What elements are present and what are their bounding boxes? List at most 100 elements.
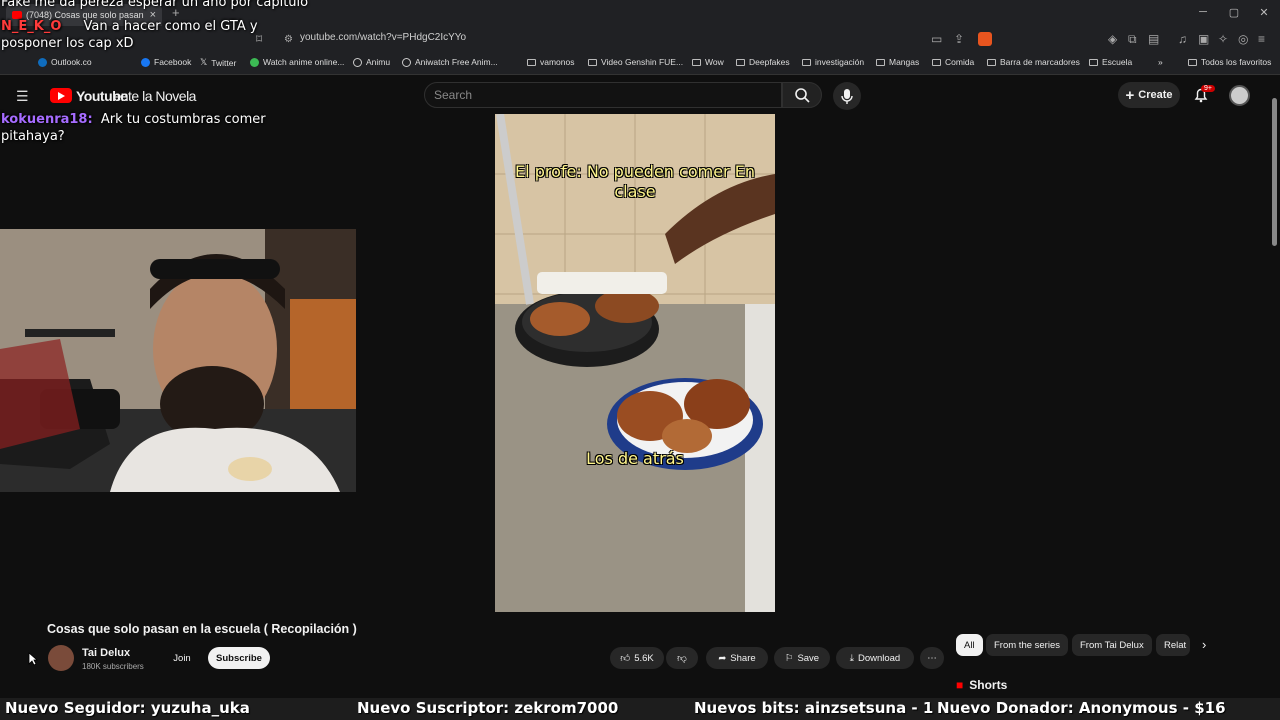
puzzle-icon[interactable]: ⧉	[1128, 32, 1137, 47]
video-caption-bottom: Los de atrás	[586, 449, 684, 468]
folder-icon	[692, 58, 701, 66]
bookmark-item[interactable]: Watch anime online...	[250, 57, 344, 67]
subscribe-button[interactable]: Subscribe	[208, 647, 270, 669]
chat-message: N_E_K_O Van a hacer como el GTA y pospon…	[1, 19, 258, 51]
bookmark-folder[interactable]: investigación	[802, 57, 864, 67]
bookmark-folder[interactable]: vamonos	[527, 57, 575, 67]
brave-shield-icon[interactable]	[978, 32, 992, 46]
webcam-image	[0, 229, 356, 492]
ticker-subscriber: Nuevo Suscriptor: zekrom7000	[357, 699, 619, 717]
voice-search-button[interactable]	[833, 82, 861, 110]
url-field[interactable]: youtube.com/watch?v=PHdgC2IcYYo	[300, 32, 466, 43]
account-avatar[interactable]	[1229, 85, 1250, 106]
folder-icon	[987, 58, 996, 66]
ticker-donation: Nuevo Donador: Anonymous - $16	[937, 699, 1226, 717]
folder-icon	[588, 58, 597, 66]
ticker-follower: Nuevo Seguidor: yuzuha_uka	[5, 699, 250, 717]
bookmark-icon: ⚐	[784, 652, 794, 664]
ticker-bits: Nuevos bits: ainzsetsuna - 1	[694, 699, 934, 717]
bookmark-folder[interactable]: Barra de marcadores	[987, 57, 1080, 67]
subscriber-count: 180K subscribers	[82, 662, 144, 671]
bookmark-folder[interactable]: Wow	[692, 57, 724, 67]
folder-icon	[932, 58, 941, 66]
bookmark-folder[interactable]: Comida	[932, 57, 974, 67]
menu-icon[interactable]: ≡	[1258, 32, 1265, 46]
folder-icon	[802, 58, 811, 66]
share-button[interactable]: ➦ Share	[706, 647, 768, 669]
download-icon: ⤓	[849, 652, 854, 664]
chip-from-channel[interactable]: From Tai Delux	[1072, 634, 1152, 656]
facebook-icon	[141, 57, 150, 67]
share-icon: ➦	[718, 652, 727, 664]
video-title: Cosas que solo pasan en la escuela ( Rec…	[47, 622, 357, 636]
search-icon	[795, 88, 810, 103]
reader-icon[interactable]: ▣	[1198, 32, 1209, 46]
video-player[interactable]: El profe: No pueden comer En clase Los d…	[495, 114, 775, 612]
join-button[interactable]: Join	[170, 648, 194, 668]
minimize-icon[interactable]: ─	[1193, 6, 1213, 18]
globe-icon	[353, 57, 362, 67]
download-button[interactable]: ⤓ Download	[836, 647, 914, 669]
bookmark-item[interactable]: Animu	[353, 57, 390, 67]
leaf-icon	[250, 57, 259, 67]
thumbs-down-icon: 👎︎	[677, 653, 687, 664]
chip-related[interactable]: Relat	[1156, 634, 1190, 656]
vpn-icon[interactable]: ◎	[1238, 32, 1248, 46]
extension-icon[interactable]: ◈	[1108, 32, 1117, 46]
chip-from-series[interactable]: From the series	[986, 634, 1068, 656]
bookmark-folder[interactable]: Deepfakes	[736, 57, 790, 67]
search-button[interactable]	[782, 82, 822, 108]
bookmark-item[interactable]: Aniwatch Free Anim...	[402, 57, 498, 67]
chat-message: kokuenra18: Ark tu costumbras comer pita…	[1, 112, 266, 144]
ai-icon[interactable]: ✧	[1218, 32, 1228, 46]
chip-all[interactable]: All	[956, 634, 983, 656]
cast-icon[interactable]: ▭	[931, 32, 942, 46]
more-horizontal-icon: ⋯	[927, 652, 937, 664]
thumbs-up-icon: 👍︎	[620, 653, 631, 664]
more-actions-button[interactable]: ⋯	[920, 647, 944, 669]
create-button[interactable]: + Create	[1118, 82, 1180, 108]
scrollbar-thumb[interactable]	[1272, 98, 1277, 246]
plus-icon: +	[1125, 86, 1135, 104]
folder-icon	[1188, 58, 1197, 66]
bookmark-item[interactable]: Outlook.co	[38, 57, 92, 67]
all-bookmarks-folder[interactable]: Todos los favoritos	[1188, 57, 1271, 67]
window-close-icon[interactable]: ✕	[1254, 6, 1274, 19]
folder-icon	[527, 58, 536, 66]
share-page-icon[interactable]: ⇪	[954, 32, 964, 46]
bookmark-folder[interactable]: Mangas	[876, 57, 919, 67]
maximize-icon[interactable]: ▢	[1224, 6, 1244, 19]
chat-username: kokuenra18:	[1, 112, 93, 127]
stream-title: ente la Novela	[113, 88, 196, 104]
music-icon[interactable]: ♫	[1178, 32, 1187, 46]
mouse-cursor-icon	[28, 652, 39, 671]
microphone-icon	[841, 89, 853, 104]
sidebar-icon[interactable]: ▤	[1148, 32, 1159, 46]
globe-icon	[402, 57, 411, 67]
like-button[interactable]: 👍︎ 5.6K	[610, 647, 664, 669]
bookmark-folder[interactable]: Escuela	[1089, 57, 1132, 67]
folder-icon	[876, 58, 885, 66]
search-input[interactable]: Search	[424, 82, 782, 108]
streamer-webcam	[0, 229, 356, 492]
bookmark-item[interactable]: 𝕏 Twitter	[200, 57, 236, 68]
dislike-button[interactable]: 👎︎	[666, 647, 698, 669]
hamburger-menu-icon[interactable]: ☰	[16, 88, 29, 105]
bookmark-item[interactable]: Facebook	[141, 57, 191, 67]
chat-message: Fake me da pereza esperar un año por cap…	[1, 0, 309, 10]
youtube-logo-icon[interactable]	[50, 88, 72, 103]
bookmark-folder[interactable]: Video Genshin FUE...	[588, 57, 683, 67]
more-bookmarks-icon[interactable]: »	[1158, 57, 1163, 67]
shorts-icon: ■	[956, 678, 964, 692]
outlook-icon	[38, 57, 47, 67]
channel-name[interactable]: Tai Delux	[82, 647, 130, 659]
save-button[interactable]: ⚐ Save	[774, 647, 830, 669]
notification-badge: 9+	[1201, 85, 1215, 92]
shorts-section-header: ■ Shorts	[956, 678, 1008, 692]
chevron-right-icon[interactable]: ›	[1202, 637, 1206, 652]
chat-username: N_E_K_O	[1, 19, 62, 34]
channel-avatar[interactable]	[48, 645, 74, 671]
youtube-logo-text[interactable]: Youtubeente la Novela	[76, 88, 196, 104]
folder-icon	[1089, 58, 1098, 66]
folder-icon	[736, 58, 745, 66]
